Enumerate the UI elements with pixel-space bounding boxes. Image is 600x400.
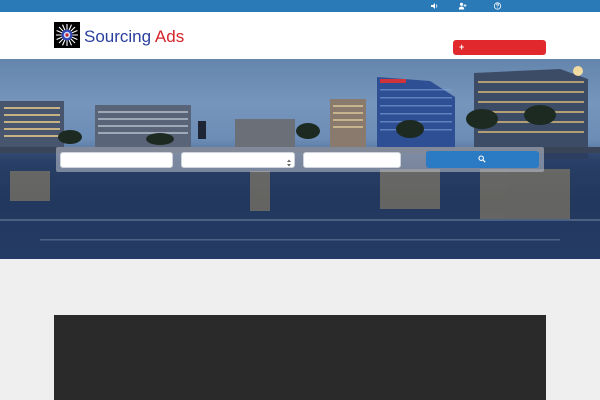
top-utility-bar — [0, 0, 600, 12]
keyword-search-input[interactable] — [60, 152, 173, 168]
search-button[interactable] — [426, 151, 539, 168]
brand-word-sourcing: Sourcing — [84, 27, 152, 46]
user-plus-icon[interactable] — [458, 2, 467, 10]
speaker-icon[interactable] — [430, 2, 439, 10]
select-updown-icon — [286, 155, 292, 167]
site-header: Sourcing Ads + — [0, 12, 600, 59]
location-search-input[interactable] — [303, 152, 401, 168]
logo-icon[interactable] — [54, 22, 80, 48]
search-icon — [478, 155, 486, 163]
plus-icon: + — [459, 42, 465, 52]
post-ad-button[interactable]: + — [453, 40, 546, 55]
brand-word-ads: Ads — [154, 27, 185, 46]
category-select[interactable] — [181, 152, 295, 168]
help-circle-icon[interactable] — [493, 2, 502, 10]
brand-name[interactable]: Sourcing Ads — [84, 27, 184, 47]
video-player[interactable] — [54, 315, 546, 400]
